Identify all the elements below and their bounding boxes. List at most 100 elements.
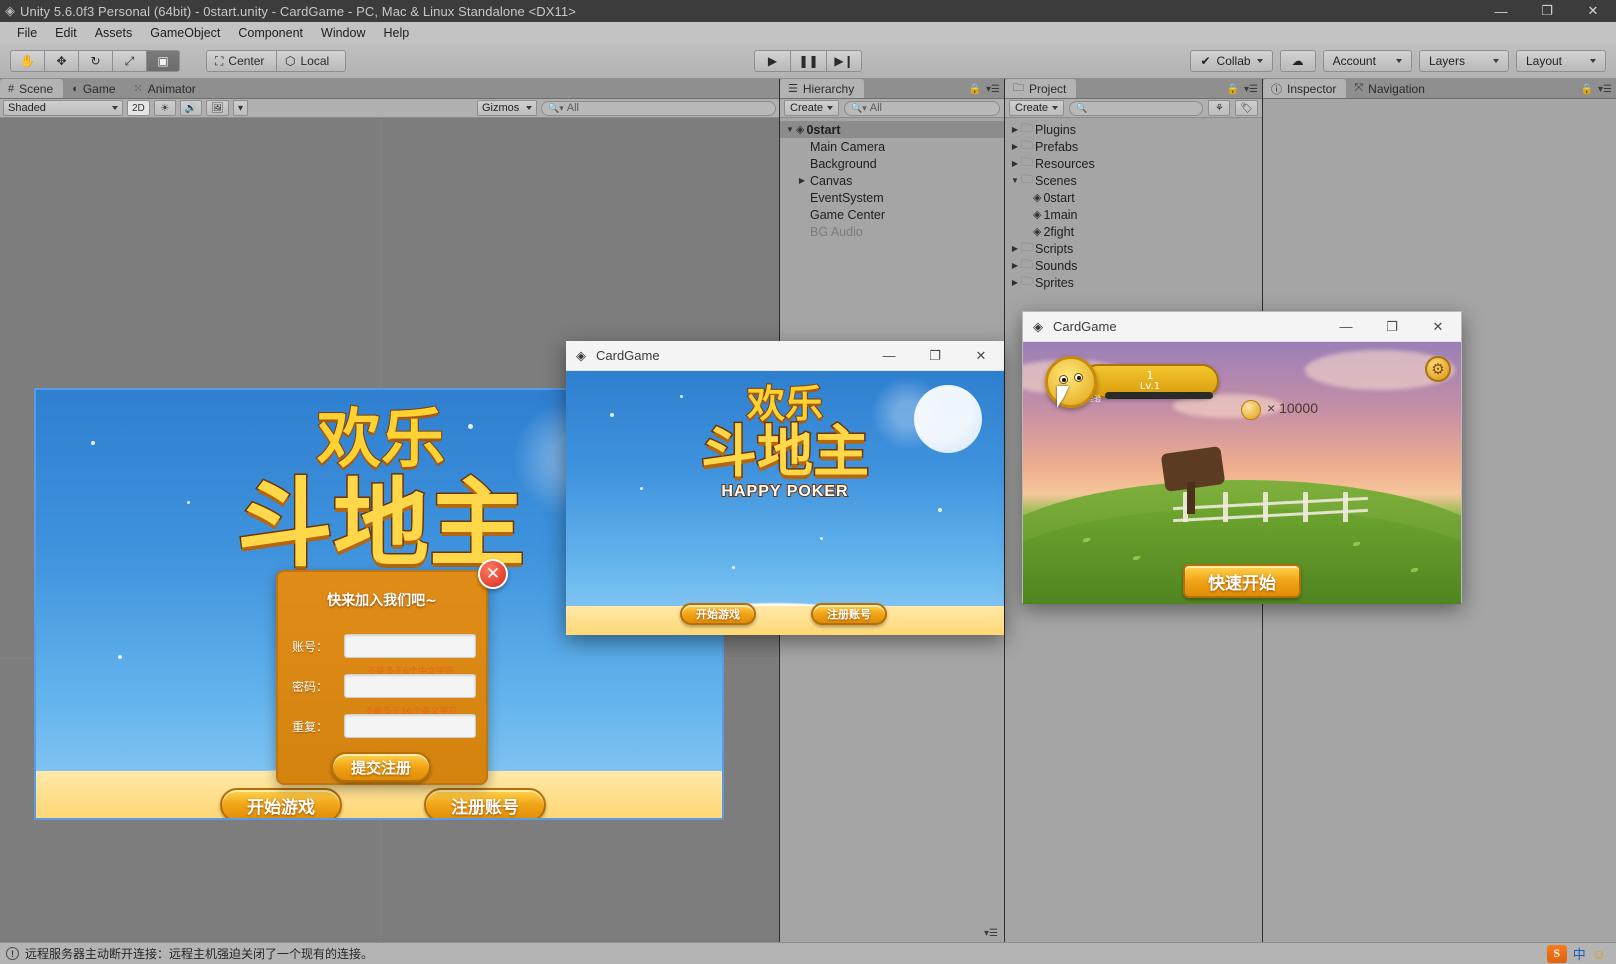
menu-file[interactable]: File [8, 23, 46, 43]
register-repeat-input[interactable] [344, 714, 476, 738]
gear-icon[interactable]: ⚙ [1425, 356, 1451, 382]
tab-scene[interactable]: # Scene [0, 79, 64, 98]
cardgame-lobby-window[interactable]: ◈ CardGame — ❐ ✕ 1 Lv.1 经验 × 10000 ⚙ 快速开… [1022, 311, 1462, 604]
maximize-icon[interactable]: ❐ [1524, 0, 1570, 22]
twisty-down-icon[interactable]: ▼ [784, 125, 796, 134]
menu-window[interactable]: Window [312, 23, 374, 43]
scene-register-button[interactable]: 注册账号 [424, 788, 546, 818]
shading-mode-dropdown[interactable]: Shaded [3, 100, 123, 116]
cardgame-login-titlebar[interactable]: ◈ CardGame — ❐ ✕ [566, 341, 1004, 371]
minimize-icon[interactable]: — [866, 341, 912, 371]
twisty-right-icon[interactable]: ▶ [1009, 261, 1021, 270]
ime-mode-indicator[interactable]: 中 [1573, 944, 1586, 963]
gizmos-dropdown[interactable]: Gizmos [477, 100, 537, 116]
maximize-icon[interactable]: ❐ [1369, 312, 1415, 342]
space-mode-button[interactable]: ⬡ Local [276, 50, 346, 72]
scene-start-game-button[interactable]: 开始游戏 [220, 788, 342, 818]
project-item-sprites[interactable]: ▶ 🗀 Sprites [1005, 274, 1262, 291]
pivot-mode-button[interactable]: ⛶ Center [206, 50, 276, 72]
collab-button[interactable]: ✔ Collab [1190, 50, 1273, 72]
scale-tool-icon[interactable]: ⤢ [112, 50, 146, 72]
cardgame-login-window[interactable]: ◈ CardGame — ❐ ✕ 欢乐 斗地主 HAPPY POKER 开始游戏… [566, 341, 1004, 635]
menu-gameobject[interactable]: GameObject [141, 23, 229, 43]
minimize-icon[interactable]: — [1478, 0, 1524, 22]
hierarchy-item-main-camera[interactable]: Main Camera [780, 138, 1004, 155]
project-item-0start[interactable]: ◈ 0start [1005, 189, 1262, 206]
tab-hierarchy[interactable]: ☰ Hierarchy [780, 79, 865, 98]
minimize-icon[interactable]: — [1323, 312, 1369, 342]
twisty-right-icon[interactable]: ▶ [796, 176, 808, 185]
lock-icon[interactable]: 🔒 [1581, 84, 1593, 95]
move-tool-icon[interactable]: ✥ [44, 50, 78, 72]
tab-project[interactable]: 🗀 Project [1005, 79, 1077, 98]
hierarchy-item-canvas[interactable]: ▶ Canvas [780, 172, 1004, 189]
filter-type-icon[interactable]: ⚘ [1208, 100, 1231, 116]
register-submit-button[interactable]: 提交注册 [331, 752, 431, 782]
status-message[interactable]: 远程服务器主动断开连接：远程主机强迫关闭了一个现有的连接。 [25, 945, 373, 962]
hierarchy-create-button[interactable]: Create [784, 100, 840, 116]
lock-icon[interactable]: 🔒 [1227, 84, 1239, 95]
toggle-2d-button[interactable]: 2D [127, 100, 150, 116]
twisty-right-icon[interactable]: ▶ [1009, 244, 1021, 253]
quick-start-button[interactable]: 快速开始 [1183, 564, 1301, 598]
register-account-input[interactable] [344, 634, 476, 658]
lock-icon[interactable]: 🔒 [969, 84, 981, 95]
login-start-game-button[interactable]: 开始游戏 [680, 603, 756, 625]
close-icon[interactable]: ✕ [1415, 312, 1461, 342]
twisty-down-icon[interactable]: ▼ [1009, 176, 1021, 185]
audio-icon[interactable]: 🔊 [179, 100, 203, 116]
hand-tool-icon[interactable]: ✋ [10, 50, 44, 72]
project-item-resources[interactable]: ▶ 🗀 Resources [1005, 155, 1262, 172]
project-item-scenes[interactable]: ▼ 🗀 Scenes [1005, 172, 1262, 189]
tab-animator[interactable]: ⁙ Animator [125, 79, 206, 98]
project-item-prefabs[interactable]: ▶ 🗀 Prefabs [1005, 138, 1262, 155]
cloud-icon[interactable]: ☁ [1279, 50, 1316, 72]
menu-help[interactable]: Help [374, 23, 418, 43]
project-item-1main[interactable]: ◈ 1main [1005, 206, 1262, 223]
sogou-ime-icon[interactable]: S [1546, 944, 1567, 963]
rotate-tool-icon[interactable]: ↻ [78, 50, 112, 72]
scene-search-input[interactable]: 🔍▾ All [541, 100, 777, 116]
panel-menu-icon[interactable]: ▾☰ [1244, 84, 1258, 95]
twisty-right-icon[interactable]: ▶ [1009, 159, 1021, 168]
layers-button[interactable]: Layers [1418, 50, 1509, 72]
account-button[interactable]: Account [1322, 50, 1412, 72]
ime-smiley-icon[interactable]: ☺ [1592, 946, 1606, 962]
close-circle-icon[interactable]: ✕ [478, 559, 508, 589]
close-icon[interactable]: ✕ [958, 341, 1004, 371]
step-icon[interactable]: ▶❙ [826, 50, 862, 72]
close-icon[interactable]: ✕ [1570, 0, 1616, 22]
play-icon[interactable]: ▶ [754, 50, 790, 72]
project-create-button[interactable]: Create [1009, 100, 1065, 116]
hierarchy-item-bg-audio[interactable]: BG Audio [780, 223, 1004, 240]
lighting-icon[interactable]: ☀ [153, 100, 176, 116]
login-register-button[interactable]: 注册账号 [811, 603, 887, 625]
twisty-right-icon[interactable]: ▶ [1009, 142, 1021, 151]
avatar-icon[interactable] [1045, 356, 1097, 408]
project-item-scripts[interactable]: ▶ 🗀 Scripts [1005, 240, 1262, 257]
effects-dropdown-icon[interactable]: ▾ [232, 100, 248, 116]
project-item-plugins[interactable]: ▶ 🗀 Plugins [1005, 121, 1262, 138]
hierarchy-item-background[interactable]: Background [780, 155, 1004, 172]
tab-game[interactable]: ◖ Game [63, 79, 126, 98]
label-tag-icon[interactable]: 🏷 [1235, 100, 1258, 116]
project-search-input[interactable]: 🔍 [1069, 100, 1204, 116]
hierarchy-scene-menu-icon[interactable]: ▾☰ [984, 928, 998, 939]
hierarchy-item-game-center[interactable]: Game Center [780, 206, 1004, 223]
tab-navigation[interactable]: ⤧ Navigation [1346, 79, 1435, 98]
rect-tool-icon[interactable]: ▣ [146, 50, 180, 72]
panel-menu-icon[interactable]: ▾☰ [1598, 84, 1612, 95]
hierarchy-item-0start[interactable]: ▼ ◈ 0start ▾☰ [780, 121, 1004, 939]
project-item-sounds[interactable]: ▶ 🗀 Sounds [1005, 257, 1262, 274]
menu-assets[interactable]: Assets [86, 23, 142, 43]
menu-edit[interactable]: Edit [46, 23, 86, 43]
cardgame-lobby-titlebar[interactable]: ◈ CardGame — ❐ ✕ [1023, 312, 1461, 342]
menu-component[interactable]: Component [229, 23, 312, 43]
pause-icon[interactable]: ❚❚ [790, 50, 826, 72]
effects-image-icon[interactable]: 🖼 [206, 100, 229, 116]
hierarchy-search-input[interactable]: 🔍▾ All [844, 100, 1000, 116]
tab-inspector[interactable]: ⓘ Inspector [1263, 79, 1347, 98]
panel-menu-icon[interactable]: ▾☰ [986, 84, 1000, 95]
hierarchy-item-eventsystem[interactable]: EventSystem [780, 189, 1004, 206]
register-password-input[interactable] [344, 674, 476, 698]
